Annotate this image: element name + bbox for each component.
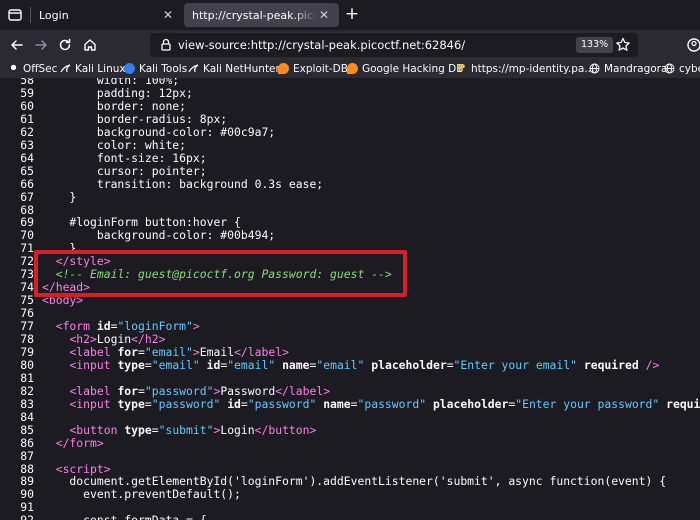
- line-code: border: none;: [42, 98, 187, 113]
- bookmark-label: OffSec: [23, 62, 58, 75]
- forward-button[interactable]: [31, 35, 51, 55]
- line-number: 62: [20, 124, 34, 139]
- bookmark-label: https://mp-identity.pa...: [471, 62, 595, 75]
- navigation-toolbar: view-source:http://crystal-peak.picoctf.…: [0, 30, 700, 59]
- bookmark-label: Google Hacking DB: [362, 62, 464, 75]
- bookmark-star-icon[interactable]: [614, 36, 632, 54]
- tab-view-source[interactable]: http://crystal-peak.picoctf.ne ✕: [184, 3, 339, 27]
- ghdb-icon: [347, 63, 358, 74]
- arrow-left-icon: [11, 40, 23, 50]
- line-code: transition: background 0.3s ease;: [42, 176, 324, 191]
- line-number: 59: [20, 85, 34, 100]
- bookmark-exploit-db[interactable]: Exploit-DB: [278, 61, 348, 76]
- extension-puzzle-icon: [687, 38, 700, 52]
- view-source-content[interactable]: 58 width: 100%; 59 padding: 12px; 60 borde…: [0, 78, 700, 520]
- line-number: 64: [20, 150, 34, 165]
- bookmark-label: cybe: [679, 62, 700, 75]
- line-code: background-color: #00b494;: [42, 228, 276, 243]
- close-tab-icon[interactable]: ✕: [161, 8, 175, 22]
- p-letter-icon: P: [457, 63, 466, 74]
- line-number: 87: [20, 448, 34, 463]
- line-number: 82: [20, 383, 34, 398]
- tab-list-button[interactable]: [0, 0, 30, 30]
- line-code: <input type="password" id="password" nam…: [69, 396, 700, 411]
- home-icon: [84, 39, 96, 51]
- bookmark-label: Exploit-DB: [293, 62, 348, 75]
- line-number: 85: [20, 422, 34, 437]
- line-code: cursor: pointer;: [42, 163, 207, 178]
- line-code: color: white;: [42, 137, 187, 152]
- bookmark-mp-identity[interactable]: P https://mp-identity.pa...: [456, 61, 595, 76]
- kali-dragon-icon: [188, 63, 199, 74]
- close-tab-icon[interactable]: ✕: [317, 8, 331, 22]
- tab-title: http://crystal-peak.picoctf.ne: [192, 8, 317, 22]
- line-number: 81: [20, 370, 34, 385]
- line-number: 84: [20, 409, 34, 424]
- tab-title: Login: [39, 8, 69, 22]
- line-code: font-size: 16px;: [42, 150, 207, 165]
- kali-tools-icon: [124, 63, 135, 74]
- bookmark-label: Kali NetHunter: [203, 62, 280, 75]
- address-bar[interactable]: view-source:http://crystal-peak.picoctf.…: [150, 33, 638, 57]
- line-code: </form>: [55, 435, 104, 450]
- back-button[interactable]: [7, 35, 27, 55]
- arrow-right-icon: [35, 40, 47, 50]
- line-number: 86: [20, 435, 34, 450]
- tab-list-icon: [8, 9, 22, 21]
- line-number: 66: [20, 176, 34, 191]
- bookmark-cybe[interactable]: cybe: [664, 61, 700, 76]
- line-code: }: [42, 189, 77, 204]
- line-code: event.preventDefault();: [42, 487, 241, 502]
- new-tab-button[interactable]: +: [344, 6, 360, 23]
- line-number: 83: [20, 396, 34, 411]
- tab-login[interactable]: Login ✕: [31, 3, 183, 27]
- line-number: 61: [20, 111, 34, 126]
- bookmark-label: Kali Tools: [139, 62, 188, 75]
- bookmark-mandragora[interactable]: Mandragora: [589, 61, 667, 76]
- line-code: <input type="email" id="email" name="ema…: [69, 357, 660, 372]
- line-number: 80: [20, 357, 34, 372]
- bookmark-kali-linux[interactable]: Kali Linux: [60, 61, 126, 76]
- line-code: background-color: #00c9a7;: [42, 124, 276, 139]
- bookmark-kali-tools[interactable]: Kali Tools: [124, 61, 187, 76]
- line-number: 92: [0, 514, 34, 520]
- reload-icon: [59, 38, 71, 51]
- line-code: padding: 12px;: [42, 85, 193, 100]
- bookmark-offsec[interactable]: OffSec: [8, 61, 57, 76]
- line-number: 79: [20, 344, 34, 359]
- zoom-level-button[interactable]: 133%: [576, 37, 614, 53]
- bookmark-label: Kali Linux: [75, 62, 126, 75]
- bookmark-kali-nethunter[interactable]: Kali NetHunter: [188, 61, 280, 76]
- tab-strip: Login ✕ http://crystal-peak.picoctf.ne ✕…: [0, 0, 700, 30]
- page-info-icon[interactable]: [158, 37, 174, 53]
- bookmark-label: Mandragora: [604, 62, 668, 75]
- line-number: 65: [20, 163, 34, 178]
- globe-icon: [589, 63, 600, 74]
- bookmarks-toolbar: OffSec Kali Linux Kali Tools Kali NetHun…: [0, 59, 700, 78]
- offsec-icon: [8, 63, 19, 74]
- line-number: 63: [20, 137, 34, 152]
- line-number: 67: [20, 189, 34, 204]
- extensions-button[interactable]: [684, 35, 700, 55]
- line-number: 60: [20, 98, 34, 113]
- line-code: const formData = {: [42, 514, 206, 520]
- url-text[interactable]: view-source:http://crystal-peak.picoctf.…: [178, 38, 465, 52]
- reload-button[interactable]: [55, 35, 75, 55]
- globe-icon: [664, 63, 675, 74]
- line-code: border-radius: 8px;: [42, 111, 228, 126]
- bookmark-google-hacking-db[interactable]: Google Hacking DB: [347, 61, 463, 76]
- comment-highlight-box: [34, 250, 407, 297]
- exploitdb-icon: [278, 63, 289, 74]
- kali-dragon-icon: [60, 63, 71, 74]
- home-button[interactable]: [80, 35, 100, 55]
